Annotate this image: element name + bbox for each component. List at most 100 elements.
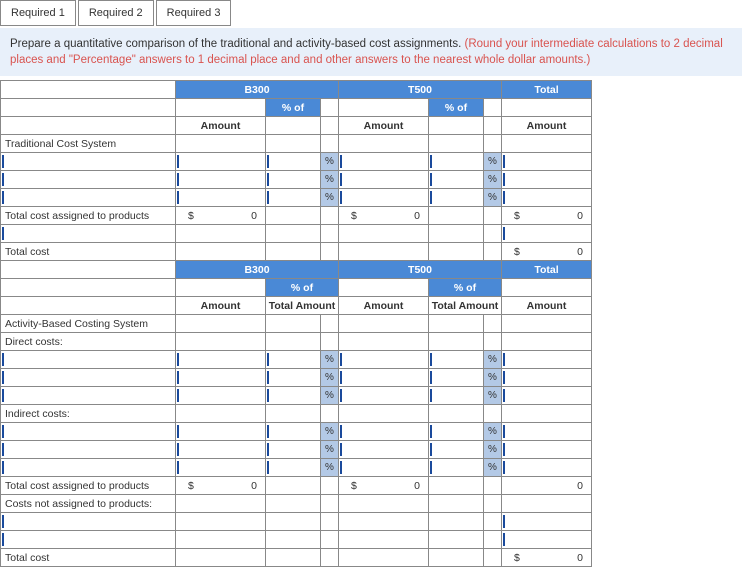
indirect-t500-pct[interactable] (429, 459, 484, 477)
trad-row-b300-pct[interactable] (266, 153, 321, 171)
indirect-t500-amt[interactable] (339, 423, 429, 441)
trad-row-t500-amt[interactable] (339, 171, 429, 189)
indirect-b300-amt[interactable] (176, 459, 266, 477)
direct-t500-amt[interactable] (339, 387, 429, 405)
notassigned-row-label[interactable] (1, 531, 176, 549)
pct-symbol: % (484, 423, 502, 441)
direct-b300-amt[interactable] (176, 351, 266, 369)
blank (429, 243, 484, 261)
indirect-row-label[interactable] (1, 423, 176, 441)
blank (429, 135, 484, 153)
direct-b300-pct[interactable] (266, 387, 321, 405)
blank (484, 513, 502, 531)
blank (321, 405, 339, 423)
trad-extra-total[interactable] (502, 225, 592, 243)
trad-row-total[interactable] (502, 153, 592, 171)
blank (266, 549, 321, 567)
blank (429, 207, 484, 225)
indirect-b300-pct[interactable] (266, 441, 321, 459)
notassigned-total[interactable] (502, 531, 592, 549)
indirect-total[interactable] (502, 423, 592, 441)
trad-row-b300-pct[interactable] (266, 171, 321, 189)
blank (176, 531, 266, 549)
label-abc: Activity-Based Costing System (1, 315, 176, 333)
indirect-t500-pct[interactable] (429, 423, 484, 441)
indirect-b300-amt[interactable] (176, 423, 266, 441)
indirect-t500-amt[interactable] (339, 459, 429, 477)
blank (266, 495, 321, 513)
direct-row-label[interactable] (1, 369, 176, 387)
blank (484, 477, 502, 495)
indirect-b300-amt[interactable] (176, 441, 266, 459)
direct-t500-pct[interactable] (429, 387, 484, 405)
blank (502, 405, 592, 423)
trad-row-b300-amt[interactable] (176, 153, 266, 171)
blank (502, 99, 592, 117)
blank (321, 549, 339, 567)
trad-row-total[interactable] (502, 189, 592, 207)
indirect-t500-amt[interactable] (339, 441, 429, 459)
trad-row-b300-pct[interactable] (266, 189, 321, 207)
trad-row-t500-pct[interactable] (429, 189, 484, 207)
hdr-pctof-b300: % of (266, 99, 321, 117)
trad-row-t500-amt[interactable] (339, 189, 429, 207)
notassigned-total[interactable] (502, 513, 592, 531)
direct-t500-amt[interactable] (339, 351, 429, 369)
trad-row-label[interactable] (1, 171, 176, 189)
indirect-t500-pct[interactable] (429, 441, 484, 459)
blank (266, 315, 321, 333)
direct-b300-pct[interactable] (266, 369, 321, 387)
notassigned-row-label[interactable] (1, 513, 176, 531)
direct-row-label[interactable] (1, 351, 176, 369)
trad-row-label[interactable] (1, 153, 176, 171)
blank (339, 279, 429, 297)
blank (339, 135, 429, 153)
direct-b300-pct[interactable] (266, 351, 321, 369)
pct-symbol: % (321, 441, 339, 459)
instruction-text: Prepare a quantitative comparison of the… (10, 38, 465, 50)
label-total-assigned: Total cost assigned to products (1, 207, 176, 225)
direct-total[interactable] (502, 351, 592, 369)
trad-row-t500-pct[interactable] (429, 153, 484, 171)
blank (1, 279, 176, 297)
indirect-b300-pct[interactable] (266, 459, 321, 477)
pct-symbol: % (321, 459, 339, 477)
trad-row-b300-amt[interactable] (176, 189, 266, 207)
blank (484, 207, 502, 225)
blank (321, 117, 339, 135)
tab-required-2[interactable]: Required 2 (78, 0, 154, 26)
blank (484, 405, 502, 423)
hdr-amount-b300-2: Amount (176, 297, 266, 315)
direct-t500-amt[interactable] (339, 369, 429, 387)
indirect-b300-pct[interactable] (266, 423, 321, 441)
indirect-row-label[interactable] (1, 441, 176, 459)
trad-row-b300-amt[interactable] (176, 171, 266, 189)
direct-row-label[interactable] (1, 387, 176, 405)
blank (321, 207, 339, 225)
direct-t500-pct[interactable] (429, 369, 484, 387)
trad-row-total[interactable] (502, 171, 592, 189)
abc-assigned-total: 0 (502, 477, 592, 495)
direct-b300-amt[interactable] (176, 369, 266, 387)
blank (429, 549, 484, 567)
direct-b300-amt[interactable] (176, 387, 266, 405)
indirect-total[interactable] (502, 459, 592, 477)
blank (484, 99, 502, 117)
blank (339, 513, 429, 531)
blank (429, 315, 484, 333)
blank (266, 243, 321, 261)
direct-total[interactable] (502, 369, 592, 387)
direct-total[interactable] (502, 387, 592, 405)
direct-t500-pct[interactable] (429, 351, 484, 369)
tab-required-1[interactable]: Required 1 (0, 0, 76, 26)
trad-extra-label[interactable] (1, 225, 176, 243)
trad-row-t500-amt[interactable] (339, 153, 429, 171)
indirect-row-label[interactable] (1, 459, 176, 477)
tab-required-3[interactable]: Required 3 (156, 0, 232, 26)
trad-row-t500-pct[interactable] (429, 171, 484, 189)
indirect-total[interactable] (502, 441, 592, 459)
blank (266, 207, 321, 225)
trad-row-label[interactable] (1, 189, 176, 207)
pct-symbol: % (484, 171, 502, 189)
hdr-t500: T500 (339, 81, 502, 99)
